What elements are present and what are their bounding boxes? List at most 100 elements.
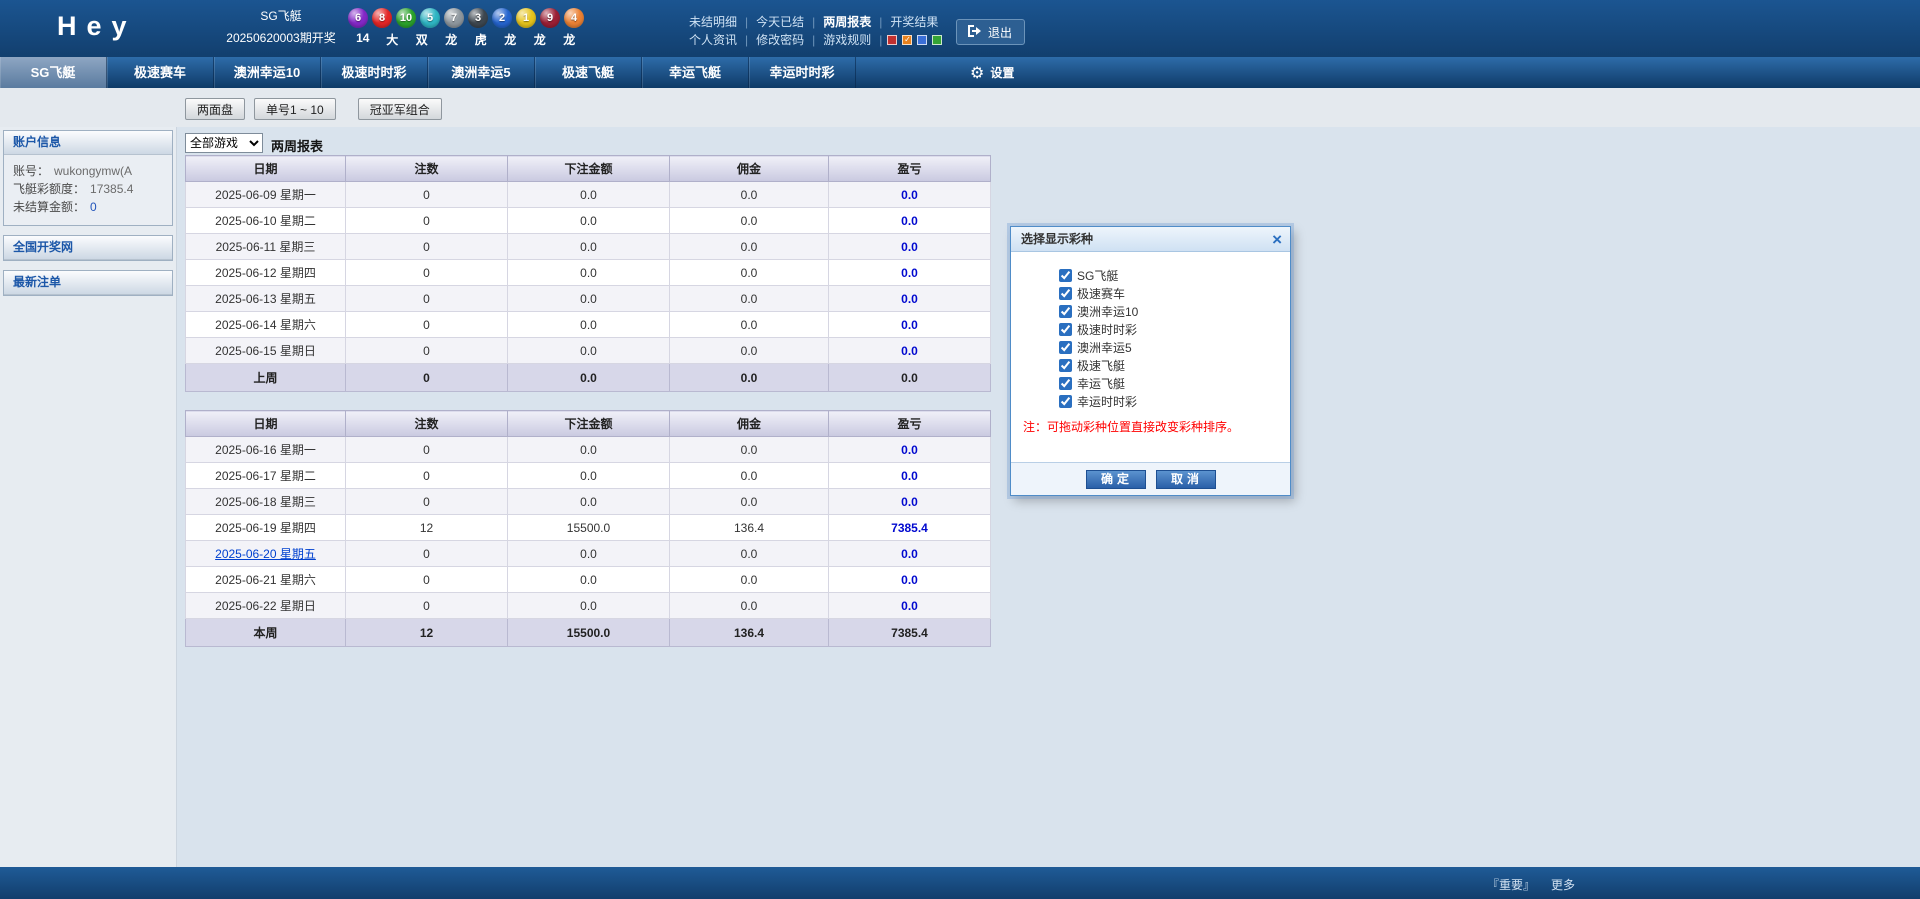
nav-tab[interactable]: 幸运飞艇	[642, 57, 749, 88]
sidebar-panel-header[interactable]: 最新注单	[4, 271, 172, 295]
account-field: 飞艇彩额度：17385.4	[13, 180, 163, 198]
footer-link-important[interactable]: 『重要』	[1487, 876, 1535, 893]
nav-tab[interactable]: 幸运时时彩	[749, 57, 856, 88]
account-field: 未结算金额：0	[13, 198, 163, 216]
lottery-option-checkbox[interactable]	[1059, 377, 1072, 390]
lottery-option-checkbox[interactable]	[1059, 395, 1072, 408]
commission-cell: 0.0	[670, 463, 829, 489]
lottery-option-checkbox[interactable]	[1059, 287, 1072, 300]
nav-tab[interactable]: 极速飞艇	[535, 57, 642, 88]
date-cell: 2025-06-19 星期四	[186, 515, 346, 541]
draw-attr: 大	[378, 31, 408, 48]
header-links-row1: 未结明细|今天已结|两周报表|开奖结果	[681, 13, 946, 30]
lottery-option[interactable]: 幸运时时彩	[1059, 392, 1290, 410]
lottery-ball: 8	[372, 8, 392, 28]
date-cell: 2025-06-12 星期四	[186, 260, 346, 286]
header-row: 日期注数下注金额佣金盈亏	[186, 411, 991, 437]
profit-cell: 7385.4	[829, 619, 991, 647]
confirm-button[interactable]: 确定	[1086, 470, 1146, 489]
nav-tab[interactable]: 澳洲幸运10	[214, 57, 321, 88]
logout-button[interactable]: 退出	[956, 19, 1025, 45]
game-select[interactable]: 全部游戏	[185, 133, 263, 153]
site-logo[interactable]: Hey	[57, 11, 137, 42]
bets-cell: 12	[346, 619, 508, 647]
amount-cell: 0.0	[508, 489, 670, 515]
nav-tab[interactable]: 极速时时彩	[321, 57, 428, 88]
account-panel: 账户信息 账号：wukongymw(A飞艇彩额度：17385.4未结算金额：0	[3, 130, 173, 226]
header-link[interactable]: 游戏规则	[823, 31, 871, 48]
bets-cell: 0	[346, 338, 508, 364]
sidebar: 账户信息 账号：wukongymw(A飞艇彩额度：17385.4未结算金额：0 …	[3, 130, 173, 305]
column-header: 佣金	[670, 411, 829, 437]
header-link[interactable]: 开奖结果	[890, 13, 938, 30]
lottery-option[interactable]: 澳洲幸运10	[1059, 302, 1290, 320]
lottery-ball: 2	[492, 8, 512, 28]
column-header: 下注金额	[508, 156, 670, 182]
table-row: 2025-06-20 星期五00.00.00.0	[186, 541, 991, 567]
lottery-option[interactable]: 极速赛车	[1059, 284, 1290, 302]
header-link[interactable]: 未结明细	[689, 13, 737, 30]
draw-attr: 双	[407, 31, 437, 48]
lottery-option[interactable]: 澳洲幸运5	[1059, 338, 1290, 356]
lottery-option-checkbox[interactable]	[1059, 359, 1072, 372]
header-link[interactable]: 个人资讯	[689, 31, 737, 48]
theme-swatch-orange[interactable]: ✓	[902, 35, 912, 45]
commission-cell: 0.0	[670, 338, 829, 364]
header-link[interactable]: 今天已结	[756, 13, 804, 30]
theme-swatch-blue[interactable]	[917, 35, 927, 45]
close-icon[interactable]: ×	[1272, 228, 1282, 252]
subnav-button[interactable]: 冠亚军组合	[358, 98, 442, 120]
lottery-option[interactable]: SG飞艇	[1059, 266, 1290, 284]
lottery-option[interactable]: 极速飞艇	[1059, 356, 1290, 374]
report-type-label: 两周报表	[271, 136, 323, 155]
date-link[interactable]: 2025-06-20 星期五	[186, 541, 346, 567]
cancel-button[interactable]: 取消	[1156, 470, 1216, 489]
lottery-options-list: SG飞艇极速赛车澳洲幸运10极速时时彩澳洲幸运5极速飞艇幸运飞艇幸运时时彩	[1011, 252, 1290, 410]
profit-cell: 0.0	[829, 286, 991, 312]
subnav-button[interactable]: 单号1 ~ 10	[254, 98, 336, 120]
theme-swatch-green[interactable]	[932, 35, 942, 45]
profit-cell: 7385.4	[829, 515, 991, 541]
header-link[interactable]: 两周报表	[823, 13, 871, 30]
table-row: 2025-06-09 星期一00.00.00.0	[186, 182, 991, 208]
lottery-option-checkbox[interactable]	[1059, 341, 1072, 354]
footer-link-more[interactable]: 更多	[1551, 876, 1575, 893]
amount-cell: 0.0	[508, 182, 670, 208]
commission-cell: 0.0	[670, 208, 829, 234]
account-panel-header[interactable]: 账户信息	[4, 131, 172, 155]
lottery-option-label: 澳洲幸运5	[1077, 339, 1132, 356]
commission-cell: 136.4	[670, 619, 829, 647]
commission-cell: 0.0	[670, 593, 829, 619]
date-cell: 2025-06-22 星期日	[186, 593, 346, 619]
lottery-option-checkbox[interactable]	[1059, 323, 1072, 336]
amount-cell: 0.0	[508, 541, 670, 567]
commission-cell: 0.0	[670, 489, 829, 515]
lottery-option-label: 极速飞艇	[1077, 357, 1125, 374]
nav-tab[interactable]: SG飞艇	[0, 57, 107, 88]
bets-cell: 0	[346, 567, 508, 593]
table-row: 2025-06-11 星期三00.00.00.0	[186, 234, 991, 260]
lottery-option-checkbox[interactable]	[1059, 305, 1072, 318]
amount-cell: 15500.0	[508, 515, 670, 541]
lottery-ball: 10	[396, 8, 416, 28]
commission-cell: 0.0	[670, 364, 829, 392]
subnav-button[interactable]: 两面盘	[185, 98, 245, 120]
subnav: 两面盘单号1 ~ 10 冠亚军组合	[185, 98, 442, 120]
field-label: 未结算金额：	[13, 200, 85, 214]
settings-button[interactable]: ⚙ 设置	[970, 57, 1014, 88]
sidebar-panel-header[interactable]: 全国开奖网	[4, 236, 172, 260]
amount-cell: 0.0	[508, 234, 670, 260]
lottery-option[interactable]: 幸运飞艇	[1059, 374, 1290, 392]
column-header: 下注金额	[508, 411, 670, 437]
lottery-option-checkbox[interactable]	[1059, 269, 1072, 282]
amount-cell: 0.0	[508, 437, 670, 463]
amount-cell: 0.0	[508, 208, 670, 234]
date-cell: 2025-06-11 星期三	[186, 234, 346, 260]
draw-attr: 龙	[525, 31, 555, 48]
header-link[interactable]: 修改密码	[756, 31, 804, 48]
select-lottery-modal: 选择显示彩种 × SG飞艇极速赛车澳洲幸运10极速时时彩澳洲幸运5极速飞艇幸运飞…	[1010, 226, 1291, 496]
nav-tab[interactable]: 极速赛车	[107, 57, 214, 88]
theme-swatch-red[interactable]	[887, 35, 897, 45]
lottery-option[interactable]: 极速时时彩	[1059, 320, 1290, 338]
nav-tab[interactable]: 澳洲幸运5	[428, 57, 535, 88]
